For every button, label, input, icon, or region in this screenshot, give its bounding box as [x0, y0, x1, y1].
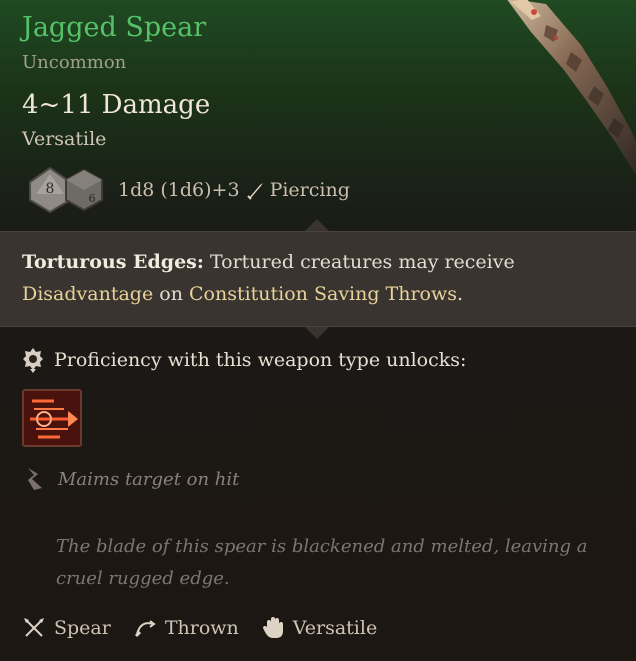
jagged-spear-art-icon	[507, 0, 636, 175]
dice-icons: 8 6	[26, 166, 108, 214]
effect-row: Maims target on hit	[24, 466, 239, 492]
effect-text: Maims target on hit	[58, 468, 240, 490]
item-rarity: Uncommon	[22, 52, 127, 73]
tag-spear: Spear	[22, 616, 111, 640]
keyword-disadvantage[interactable]: Disadvantage	[22, 283, 153, 305]
item-name: Jagged Spear	[22, 12, 207, 43]
flavor-text: The blade of this spear is blackened and…	[56, 536, 588, 589]
passive-text-1: Tortured creatures may receive	[203, 251, 515, 273]
keyword-constitution[interactable]: Constitution	[189, 283, 308, 305]
passive-notch-bottom	[305, 327, 329, 339]
tag-versatile: Versatile	[261, 616, 377, 640]
piercing-icon	[246, 183, 263, 200]
item-property: Versatile	[22, 128, 107, 150]
thrown-icon	[134, 620, 156, 638]
damage-type: Piercing	[269, 179, 350, 201]
passive-description: Torturous Edges: Tortured creatures may …	[22, 246, 622, 310]
tag-label-versatile: Versatile	[292, 617, 378, 639]
passive-text-4: .	[457, 283, 464, 305]
tag-label-thrown: Thrown	[164, 617, 239, 639]
spear-icon	[24, 618, 44, 637]
d6-die-icon: 6	[65, 168, 103, 212]
die2-value: 6	[89, 192, 96, 205]
dice-row: 8 6 1d8 (1d6)+3 Piercing	[26, 166, 350, 214]
maim-icon	[28, 468, 42, 490]
passive-text-2: on	[153, 283, 189, 305]
piercing-strike-action-icon[interactable]	[22, 389, 82, 447]
item-damage: 4~11 Damage	[22, 90, 211, 120]
item-tooltip: Jagged Spear Uncommon 4~11 Damage Versat…	[0, 0, 636, 661]
damage-formula: 1d8 (1d6)+3	[118, 179, 240, 201]
proficiency-row: Proficiency with this weapon type unlock…	[22, 347, 466, 373]
hand-icon	[262, 617, 283, 638]
passive-box: Torturous Edges: Tortured creatures may …	[0, 231, 636, 327]
keyword-saving-throws[interactable]: Saving Throws	[314, 283, 457, 305]
proficiency-icon	[23, 348, 43, 373]
passive-notch-top	[305, 219, 329, 231]
passive-name: Torturous Edges:	[22, 251, 204, 273]
weapon-tags: Spear Thrown Versatile	[22, 616, 399, 640]
tag-thrown: Thrown	[133, 616, 239, 640]
die1-value: 8	[46, 181, 55, 197]
tag-label-spear: Spear	[54, 617, 111, 639]
proficiency-label: Proficiency with this weapon type unlock…	[54, 349, 467, 371]
